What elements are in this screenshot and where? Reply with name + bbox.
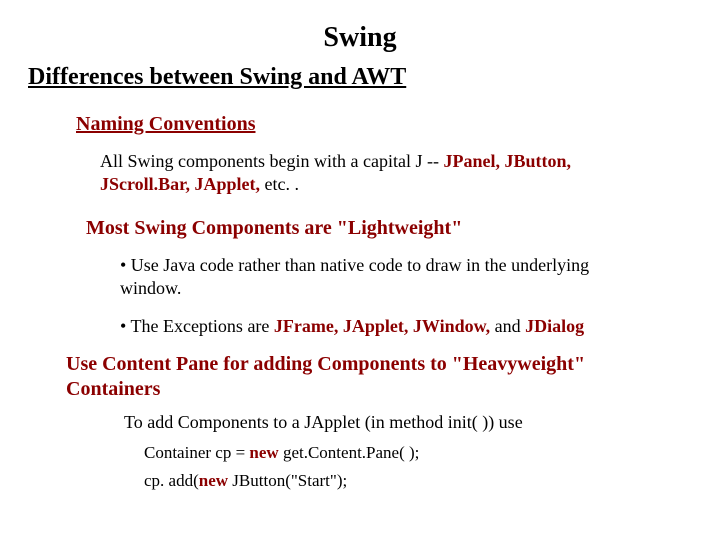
code2-pre: cp. add( <box>144 471 199 490</box>
code1-post: get.Content.Pane( ); <box>279 443 420 462</box>
section-subtitle: Differences between Swing and AWT <box>28 64 692 91</box>
code-line-1: Container cp = new get.Content.Pane( ); <box>144 443 692 463</box>
code1-pre: Container cp = <box>144 443 249 462</box>
bullet-exceptions: • The Exceptions are JFrame, JApplet, JW… <box>120 315 652 338</box>
heading-lightweight: Most Swing Components are "Lightweight" <box>86 217 692 240</box>
paragraph-naming: All Swing components begin with a capita… <box>100 150 642 197</box>
text-exceptions-list2: JDialog <box>525 316 584 336</box>
text-naming-post: etc. . <box>260 174 299 194</box>
bullet-java-code: • Use Java code rather than native code … <box>120 254 652 301</box>
code-line-2: cp. add(new JButton("Start"); <box>144 471 692 491</box>
paragraph-add-components: To add Components to a JApplet (in metho… <box>124 412 692 433</box>
code2-post: JButton("Start"); <box>228 471 347 490</box>
heading-content-pane: Use Content Pane for adding Components t… <box>66 352 652 402</box>
text-exceptions-pre: • The Exceptions are <box>120 316 274 336</box>
code1-keyword-new: new <box>249 443 278 462</box>
text-naming-pre: All Swing components begin with a capita… <box>100 151 443 171</box>
text-exceptions-mid: and <box>490 316 525 336</box>
bullet-list-lightweight: • Use Java code rather than native code … <box>120 254 652 338</box>
code2-keyword-new: new <box>199 471 228 490</box>
page-title: Swing <box>28 22 692 54</box>
text-exceptions-list1: JFrame, JApplet, JWindow, <box>274 316 490 336</box>
heading-naming-conventions: Naming Conventions <box>76 113 692 136</box>
